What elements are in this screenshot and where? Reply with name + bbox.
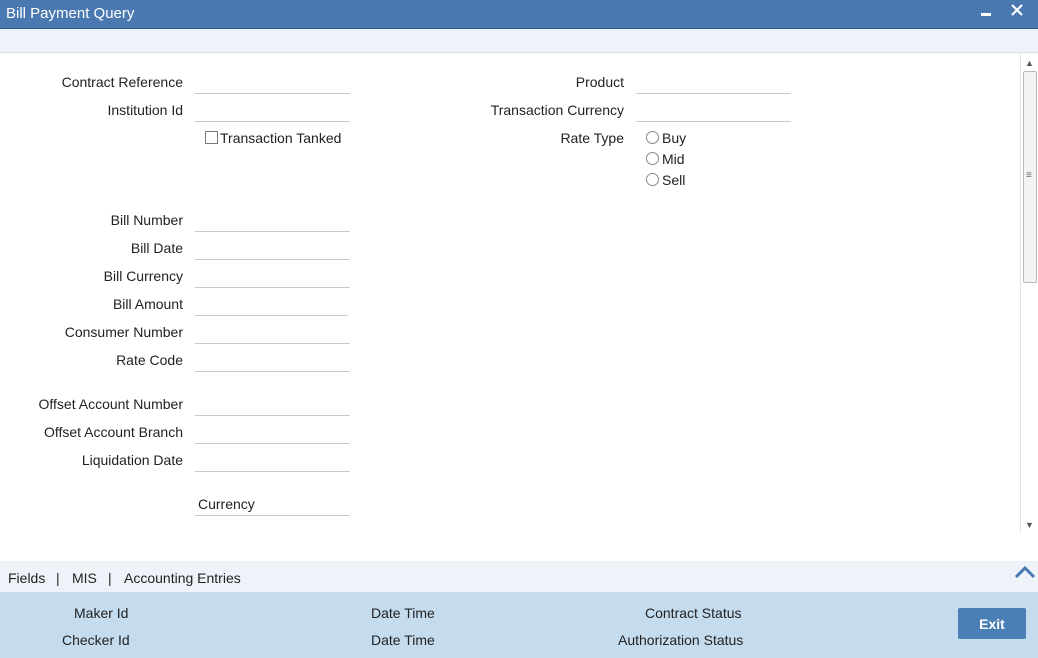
bill-currency-label: Bill Currency (103, 268, 183, 284)
chevron-up-icon[interactable] (1014, 565, 1036, 582)
tab-accounting-entries[interactable]: Accounting Entries (124, 570, 241, 586)
exit-button[interactable]: Exit (958, 608, 1026, 639)
offset-account-branch-label: Offset Account Branch (43, 424, 183, 440)
window-titlebar: Bill Payment Query (0, 0, 1038, 29)
rate-type-label: Rate Type (560, 130, 624, 146)
audit-footer: Maker Id Checker Id Date Time Date Time … (0, 592, 1038, 658)
offset-account-number-input[interactable] (195, 395, 350, 416)
tab-fields[interactable]: Fields (8, 570, 45, 586)
currency-input[interactable] (195, 495, 350, 516)
toolbar-strip (0, 29, 1038, 53)
form-content: Contract Reference Institution Id Transa… (0, 53, 1020, 560)
rate-type-buy-label: Buy (662, 130, 687, 146)
bill-currency-input[interactable] (195, 267, 350, 288)
close-icon[interactable] (1010, 3, 1024, 22)
rate-type-buy-radio[interactable] (646, 131, 659, 144)
rate-type-mid-radio[interactable] (646, 152, 659, 165)
rate-type-sell-radio[interactable] (646, 173, 659, 186)
rate-code-input[interactable] (195, 351, 350, 372)
bill-number-input[interactable] (195, 211, 350, 232)
rate-type-sell-label: Sell (662, 172, 686, 188)
tab-separator: | (56, 570, 60, 586)
minimize-icon[interactable] (980, 1, 992, 26)
transaction-tanked-checkbox[interactable] (205, 131, 218, 144)
window-title: Bill Payment Query (6, 5, 135, 22)
scroll-down-icon[interactable]: ▼ (1025, 520, 1034, 530)
checker-date-time-label: Date Time (371, 632, 435, 648)
maker-date-time-label: Date Time (371, 605, 435, 621)
institution-id-label: Institution Id (107, 102, 184, 118)
institution-id-input[interactable] (195, 101, 350, 122)
tab-mis[interactable]: MIS (72, 570, 97, 586)
scroll-up-icon[interactable]: ▲ (1025, 58, 1034, 68)
rate-code-label: Rate Code (116, 352, 183, 368)
bill-amount-label: Bill Amount (112, 296, 183, 312)
maker-id-label: Maker Id (74, 605, 129, 621)
bill-amount-input[interactable] (195, 295, 348, 316)
scroll-thumb[interactable]: ≡ (1023, 71, 1037, 283)
transaction-currency-label: Transaction Currency (490, 102, 624, 118)
offset-account-number-label: Offset Account Number (38, 396, 183, 412)
bill-date-label: Bill Date (130, 240, 183, 256)
transaction-currency-input[interactable] (636, 101, 791, 122)
tab-separator: | (108, 570, 112, 586)
product-label: Product (575, 74, 624, 90)
rate-type-mid-label: Mid (662, 151, 685, 167)
product-input[interactable] (636, 73, 791, 94)
bill-number-label: Bill Number (110, 212, 183, 228)
liquidation-date-input[interactable] (195, 451, 350, 472)
contract-reference-label: Contract Reference (61, 74, 183, 90)
offset-account-branch-input[interactable] (195, 423, 350, 444)
scroll-grip-icon: ≡ (1026, 170, 1032, 181)
contract-status-label: Contract Status (645, 605, 742, 621)
consumer-number-input[interactable] (195, 323, 350, 344)
transaction-tanked-label: Transaction Tanked (220, 130, 342, 146)
authorization-status-label: Authorization Status (618, 632, 744, 648)
liquidation-date-label: Liquidation Date (81, 452, 183, 468)
sub-screen-tabs: Fields | MIS | Accounting Entries (0, 561, 1038, 592)
bill-date-input[interactable] (195, 239, 350, 260)
vertical-scrollbar[interactable]: ▲ ≡ ▼ (1020, 53, 1038, 533)
consumer-number-label: Consumer Number (64, 324, 183, 340)
contract-reference-input[interactable] (195, 73, 350, 94)
checker-id-label: Checker Id (62, 632, 130, 648)
